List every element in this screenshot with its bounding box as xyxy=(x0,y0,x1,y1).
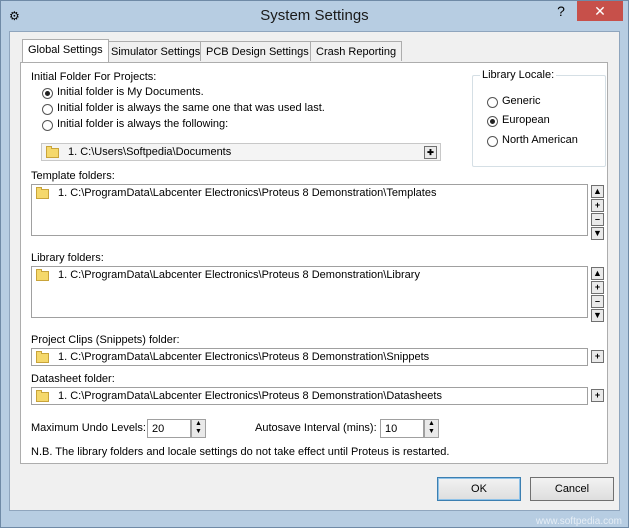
radio-last-used[interactable] xyxy=(42,104,53,115)
tab-simulator-settings[interactable]: Simulator Settings xyxy=(105,41,207,61)
library-move-down-button[interactable]: ▼ xyxy=(591,309,604,322)
radio-my-documents-label[interactable]: Initial folder is My Documents. xyxy=(57,86,204,98)
datasheet-field[interactable]: 1. C:\ProgramData\Labcenter Electronics\… xyxy=(31,387,588,405)
close-button[interactable]: ✕ xyxy=(577,1,623,21)
autosave-interval-spinner[interactable]: ▲ ▼ xyxy=(424,419,439,438)
radio-european-label[interactable]: European xyxy=(502,114,550,126)
folder-icon xyxy=(46,146,59,158)
spin-up-icon[interactable]: ▲ xyxy=(192,420,205,428)
radio-north-american[interactable] xyxy=(487,136,498,147)
folder-icon xyxy=(36,390,49,402)
datasheet-label: Datasheet folder: xyxy=(31,373,115,385)
autosave-interval-value: 10 xyxy=(385,423,398,435)
template-remove-button[interactable]: – xyxy=(591,213,604,226)
initial-folder-label: Initial Folder For Projects: xyxy=(31,71,157,83)
radio-following[interactable] xyxy=(42,120,53,131)
radio-european[interactable] xyxy=(487,116,498,127)
ok-button[interactable]: OK xyxy=(437,477,521,501)
initial-folder-path: 1. C:\Users\Softpedia\Documents xyxy=(68,146,232,158)
global-settings-panel: Initial Folder For Projects: Initial fol… xyxy=(20,62,608,464)
list-item[interactable]: 1. C:\ProgramData\Labcenter Electronics\… xyxy=(58,269,420,281)
watermark: www.softpedia.com xyxy=(535,516,622,527)
tab-global-settings[interactable]: Global Settings xyxy=(22,39,109,62)
library-locale-label: Library Locale: xyxy=(480,69,557,81)
template-folders-label: Template folders: xyxy=(31,170,115,182)
folder-icon xyxy=(36,187,49,199)
template-add-button[interactable]: + xyxy=(591,199,604,212)
folder-icon xyxy=(36,351,49,363)
spin-down-icon[interactable]: ▼ xyxy=(192,428,205,436)
window-title: System Settings xyxy=(260,7,369,24)
library-move-up-button[interactable]: ▲ xyxy=(591,267,604,280)
title-bar[interactable]: ⚙ System Settings ? ✕ xyxy=(1,1,628,31)
radio-last-used-label[interactable]: Initial folder is always the same one th… xyxy=(57,102,325,114)
project-clips-path: 1. C:\ProgramData\Labcenter Electronics\… xyxy=(58,351,430,363)
undo-levels-label: Maximum Undo Levels: xyxy=(31,422,146,434)
initial-folder-path-field[interactable]: 1. C:\Users\Softpedia\Documents xyxy=(41,143,441,161)
radio-north-american-label[interactable]: North American xyxy=(502,134,578,146)
template-move-up-button[interactable]: ▲ xyxy=(591,185,604,198)
library-remove-button[interactable]: – xyxy=(591,295,604,308)
radio-generic[interactable] xyxy=(487,97,498,108)
system-settings-window: ⚙ System Settings ? ✕ Global Settings Si… xyxy=(0,0,629,528)
datasheet-path: 1. C:\ProgramData\Labcenter Electronics\… xyxy=(58,390,442,402)
library-folders-list[interactable]: 1. C:\ProgramData\Labcenter Electronics\… xyxy=(31,266,588,318)
help-button[interactable]: ? xyxy=(549,1,573,21)
restart-note: N.B. The library folders and locale sett… xyxy=(31,446,450,458)
radio-following-label[interactable]: Initial folder is always the following: xyxy=(57,118,228,130)
project-clips-browse-button[interactable]: + xyxy=(591,350,604,363)
spin-down-icon[interactable]: ▼ xyxy=(425,428,438,436)
spin-up-icon[interactable]: ▲ xyxy=(425,420,438,428)
browse-initial-folder-button[interactable]: ✚ xyxy=(424,146,437,159)
cancel-button[interactable]: Cancel xyxy=(530,477,614,501)
library-folders-label: Library folders: xyxy=(31,252,104,264)
template-move-down-button[interactable]: ▼ xyxy=(591,227,604,240)
radio-generic-label[interactable]: Generic xyxy=(502,95,541,107)
project-clips-label: Project Clips (Snippets) folder: xyxy=(31,334,180,346)
autosave-interval-label: Autosave Interval (mins): xyxy=(255,422,377,434)
dialog-client-area: Global Settings Simulator Settings PCB D… xyxy=(9,31,620,511)
undo-levels-value: 20 xyxy=(152,423,165,435)
list-item[interactable]: 1. C:\ProgramData\Labcenter Electronics\… xyxy=(58,187,436,199)
radio-my-documents[interactable] xyxy=(42,88,53,99)
project-clips-field[interactable]: 1. C:\ProgramData\Labcenter Electronics\… xyxy=(31,348,588,366)
datasheet-browse-button[interactable]: + xyxy=(591,389,604,402)
undo-levels-input[interactable]: 20 xyxy=(147,419,191,438)
undo-levels-spinner[interactable]: ▲ ▼ xyxy=(191,419,206,438)
autosave-interval-input[interactable]: 10 xyxy=(380,419,424,438)
tab-pcb-design-settings[interactable]: PCB Design Settings xyxy=(200,41,315,61)
tab-crash-reporting[interactable]: Crash Reporting xyxy=(310,41,403,61)
template-folders-list[interactable]: 1. C:\ProgramData\Labcenter Electronics\… xyxy=(31,184,588,236)
library-add-button[interactable]: + xyxy=(591,281,604,294)
folder-icon xyxy=(36,269,49,281)
